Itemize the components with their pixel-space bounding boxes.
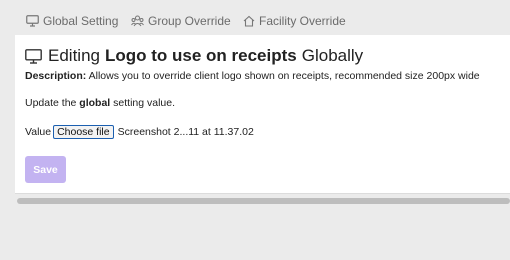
tab-label: Facility Override (259, 14, 346, 28)
description: Description: Allows you to override clie… (25, 70, 480, 82)
tab-facility-override[interactable]: Facility Override (243, 12, 346, 30)
title-prefix: Editing (48, 46, 100, 65)
description-label: Description: (25, 70, 87, 82)
tab-bar: Global Setting Group Override Facility O… (0, 0, 510, 35)
setting-panel: Editing Logo to use on receipts Globally… (15, 35, 510, 194)
choose-file-button[interactable]: Choose file (53, 125, 114, 139)
tab-group-override[interactable]: Group Override (131, 12, 231, 30)
tab-label: Group Override (148, 14, 231, 28)
description-text: Allows you to override client logo shown… (88, 70, 480, 82)
selected-file-name: Screenshot 2...11 at 11.37.02 (117, 126, 254, 138)
tab-label: Global Setting (43, 14, 119, 28)
update-suffix: setting value. (113, 97, 176, 109)
monitor-icon (25, 48, 42, 64)
update-scope: global (79, 97, 111, 109)
update-prefix: Update the (25, 97, 77, 109)
horizontal-scrollbar[interactable] (17, 198, 510, 204)
monitor-icon (26, 15, 39, 27)
update-instruction: Update the global setting value. (25, 97, 175, 109)
title-setting-name: Logo to use on receipts (104, 46, 297, 65)
home-icon (243, 15, 255, 27)
group-icon (131, 15, 144, 27)
save-button[interactable]: Save (25, 156, 66, 183)
page-title: Editing Logo to use on receipts Globally (25, 45, 363, 67)
value-label: Value (25, 126, 52, 138)
title-suffix: Globally (301, 46, 364, 65)
value-field: Value Choose file Screenshot 2...11 at 1… (25, 124, 254, 140)
tab-global-setting[interactable]: Global Setting (26, 12, 118, 30)
